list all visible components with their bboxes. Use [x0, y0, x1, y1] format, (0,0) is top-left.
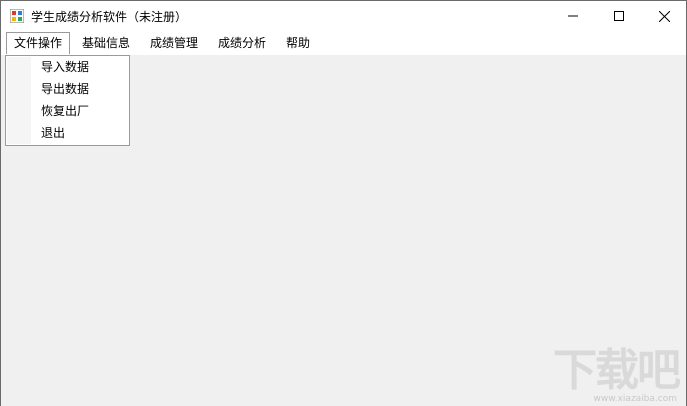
minimize-button[interactable]: [550, 1, 596, 31]
menu-score-analysis[interactable]: 成绩分析: [211, 32, 273, 54]
menu-score-management[interactable]: 成绩管理: [143, 32, 205, 54]
menu-bar: 文件操作 基础信息 成绩管理 成绩分析 帮助: [1, 31, 686, 55]
window-title: 学生成绩分析软件（未注册）: [31, 10, 188, 24]
watermark-text: 下载吧: [553, 345, 681, 396]
main-window: 学生成绩分析软件（未注册） 文件操作 基础信息 成绩管理 成绩分析 帮助 导入数…: [0, 0, 687, 406]
menu-help[interactable]: 帮助: [279, 32, 317, 54]
maximize-button[interactable]: [596, 1, 642, 31]
minimize-icon: [568, 15, 578, 17]
maximize-icon: [614, 11, 624, 21]
menu-basic-info[interactable]: 基础信息: [75, 32, 137, 54]
menu-item-export-data[interactable]: 导出数据: [41, 78, 89, 100]
close-button[interactable]: [641, 1, 687, 31]
close-icon: [658, 10, 670, 22]
menu-item-import-data[interactable]: 导入数据: [41, 56, 89, 78]
menu-item-factory-reset[interactable]: 恢复出厂: [41, 100, 89, 122]
file-menu-dropdown: 导入数据 导出数据 恢复出厂 退出: [5, 55, 130, 146]
watermark-logo: 下载吧 www.xiazaiba.com: [553, 345, 681, 405]
menu-icon-gutter: [7, 57, 31, 144]
title-bar[interactable]: 学生成绩分析软件（未注册）: [1, 1, 686, 31]
menu-file[interactable]: 文件操作: [6, 32, 71, 54]
watermark-url: www.xiazaiba.com: [593, 394, 677, 404]
menu-item-exit[interactable]: 退出: [41, 122, 65, 144]
app-icon: [10, 9, 24, 23]
